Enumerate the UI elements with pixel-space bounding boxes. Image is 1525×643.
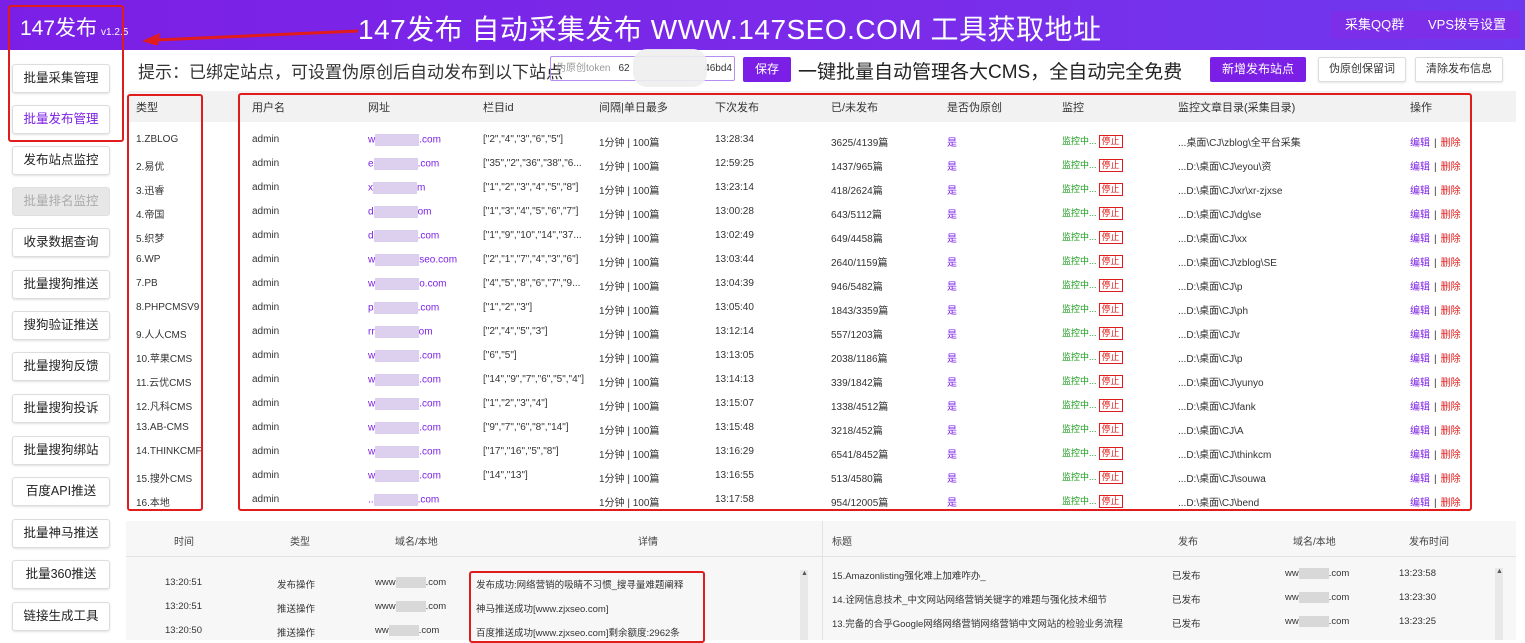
scroll-up-icon[interactable]: ▲	[801, 570, 808, 577]
type-column-highlight-box	[127, 94, 203, 511]
log-time: 13:20:51	[165, 577, 202, 588]
log-type: 推送操作	[277, 604, 316, 615]
save-button[interactable]: 保存	[743, 57, 792, 82]
domain-redaction	[395, 601, 426, 612]
log-time: 13:20:51	[165, 601, 202, 612]
sidebar-item-sogou-bind[interactable]: 批量搜狗绑站	[12, 436, 110, 465]
panel-divider	[822, 521, 823, 640]
sidebar-item-sogou-verify-push[interactable]: 搜狗验证推送	[12, 311, 110, 340]
published-time: 13:23:30	[1399, 592, 1436, 603]
published-title: 15.Amazonlisting强化难上加难咋办_	[832, 571, 986, 582]
banner-text: 147发布 自动采集发布 WWW.147SEO.COM 工具获取地址	[358, 14, 1102, 45]
pub-th-status: 发布	[1178, 537, 1198, 548]
scroll-up-icon-2[interactable]: ▲	[1496, 568, 1503, 575]
log-th-type: 类型	[290, 537, 310, 548]
sidebar-item-360-push[interactable]: 批量360推送	[12, 560, 110, 589]
domain-redaction	[395, 577, 426, 588]
published-title: 14.诠网信息技术_中文网站网络营销关键字的难题与强化技术细节	[832, 595, 1107, 606]
published-scrollbar[interactable]	[1495, 568, 1503, 640]
domain-redaction	[1298, 592, 1329, 603]
published-status: 已发布	[1172, 619, 1201, 630]
sidebar-item-index-query[interactable]: 收录数据查询	[12, 228, 110, 257]
log-scrollbar[interactable]	[800, 570, 808, 640]
log-type: 发布操作	[277, 580, 316, 591]
published-time: 13:23:58	[1399, 568, 1436, 579]
log-type: 推送操作	[277, 628, 316, 639]
sidebar-item-link-generator[interactable]: 链接生成工具	[12, 602, 110, 631]
qq-group-button[interactable]: 采集QQ群	[1331, 11, 1419, 39]
domain-redaction	[1298, 568, 1329, 579]
vps-dial-settings-button[interactable]: VPS拨号设置	[1414, 11, 1521, 39]
domain-redaction	[388, 625, 419, 636]
published-status: 已发布	[1172, 571, 1201, 582]
add-site-button[interactable]: 新增发布站点	[1210, 57, 1307, 82]
token-redaction	[633, 49, 707, 87]
sidebar-item-site-monitor[interactable]: 发布站点监控	[12, 146, 110, 175]
sidebar-item-sogou-push[interactable]: 批量搜狗推送	[12, 270, 110, 299]
log-th-time: 时间	[174, 537, 194, 548]
sidebar-item-rank-monitor[interactable]: 批量排名监控	[12, 187, 110, 216]
pseudo-original-keep-words-button[interactable]: 伪原创保留词	[1318, 57, 1406, 82]
log-time: 13:20:50	[165, 625, 202, 636]
published-domain: ww .com	[1285, 616, 1350, 628]
log-th-detail: 详情	[638, 537, 658, 548]
pub-th-title: 标题	[832, 537, 852, 548]
published-domain: ww .com	[1285, 568, 1350, 580]
published-domain: ww .com	[1285, 592, 1350, 604]
published-time: 13:23:25	[1399, 616, 1436, 627]
lower-header-separator	[126, 556, 1516, 557]
detail-highlight-box	[469, 571, 705, 643]
sidebar-item-sogou-feedback[interactable]: 批量搜狗反馈	[12, 352, 110, 381]
published-title: 13.完备的合乎Google网络网络营销网络营销中文网站的检验业务流程	[832, 619, 1123, 630]
sidebar-item-sogou-complaint[interactable]: 批量搜狗投诉	[12, 394, 110, 423]
log-th-domain: 域名/本地	[395, 537, 438, 548]
sidebar-highlight-box	[8, 5, 124, 142]
table-highlight-box	[238, 93, 1472, 511]
log-domain: www .com	[375, 601, 447, 613]
pub-th-domain: 域名/本地	[1293, 537, 1336, 548]
pub-th-time: 发布时间	[1409, 537, 1449, 548]
sidebar-item-baidu-api-push[interactable]: 百度API推送	[12, 477, 110, 506]
red-arrow-icon	[142, 29, 359, 45]
log-domain: ww .com	[375, 625, 440, 637]
log-domain: www .com	[375, 577, 447, 589]
sidebar-item-shenma-push[interactable]: 批量神马推送	[12, 519, 110, 548]
clear-publish-info-button[interactable]: 清除发布信息	[1415, 57, 1503, 82]
published-status: 已发布	[1172, 595, 1201, 606]
slogan-text: 一键批量自动管理各大CMS，全自动完全免费	[798, 62, 1183, 83]
domain-redaction	[1298, 616, 1329, 627]
hint-text: 提示：已绑定站点，可设置伪原创后自动发布到以下站点	[138, 63, 563, 82]
